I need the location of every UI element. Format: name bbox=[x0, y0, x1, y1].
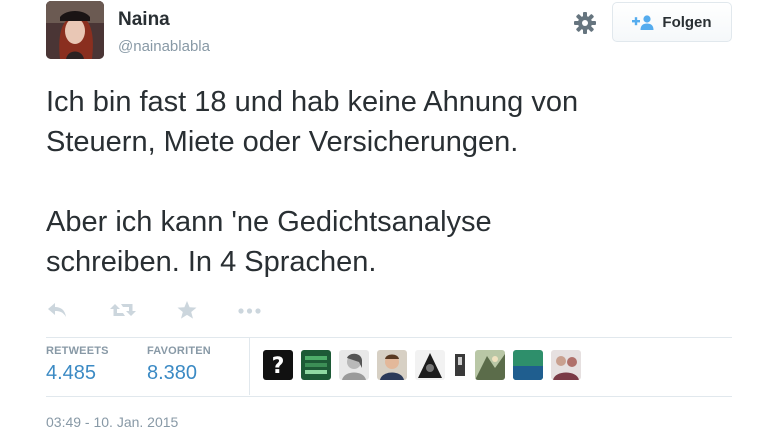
reply-icon[interactable] bbox=[46, 300, 68, 325]
favoriter-avatar[interactable] bbox=[475, 350, 505, 380]
favorites-label: FAVORITEN bbox=[147, 345, 211, 357]
favoriter-avatar[interactable] bbox=[339, 350, 369, 380]
tweet-timestamp[interactable]: 03:49 - 10. Jan. 2015 bbox=[46, 414, 178, 430]
follow-button-label: Folgen bbox=[662, 13, 712, 31]
retweet-icon[interactable] bbox=[110, 300, 136, 325]
more-icon[interactable] bbox=[237, 300, 263, 325]
svg-text:?: ? bbox=[272, 354, 285, 379]
favoriter-avatar[interactable] bbox=[377, 350, 407, 380]
gear-icon[interactable] bbox=[573, 11, 597, 35]
tweet-text: Ich bin fast 18 und hab keine Ahnung von… bbox=[46, 82, 746, 282]
author-avatar[interactable] bbox=[46, 1, 104, 59]
favoriter-avatar[interactable] bbox=[453, 350, 467, 380]
favoriter-avatar[interactable] bbox=[551, 350, 581, 380]
tweet-paragraph: Aber ich kann 'ne Gedichtsanalyse schrei… bbox=[46, 206, 492, 278]
follow-button[interactable]: Folgen bbox=[612, 2, 732, 42]
retweets-value: 4.485 bbox=[46, 362, 97, 384]
favoriter-avatar[interactable] bbox=[513, 350, 543, 380]
favorite-count[interactable]: FAVORITEN 8.380 bbox=[147, 345, 211, 385]
stats-divider-top bbox=[46, 337, 732, 338]
favorite-star-icon[interactable] bbox=[176, 300, 198, 325]
favoriters-list: ? bbox=[263, 350, 581, 380]
follow-user-icon bbox=[632, 14, 654, 30]
retweets-label: RETWEETS bbox=[46, 345, 109, 357]
author-handle[interactable]: @nainablabla bbox=[118, 38, 210, 55]
stats-divider-vertical bbox=[249, 338, 250, 395]
tweet-paragraph: Ich bin fast 18 und hab keine Ahnung von… bbox=[46, 86, 579, 158]
favoriter-avatar[interactable] bbox=[301, 350, 331, 380]
favoriter-avatar[interactable]: ? bbox=[263, 350, 293, 380]
retweet-count[interactable]: RETWEETS 4.485 bbox=[46, 345, 109, 385]
favoriter-avatar[interactable] bbox=[415, 350, 445, 380]
stats-divider-bottom bbox=[46, 396, 732, 397]
author-name[interactable]: Naina bbox=[118, 9, 170, 31]
favorites-value: 8.380 bbox=[147, 362, 198, 384]
